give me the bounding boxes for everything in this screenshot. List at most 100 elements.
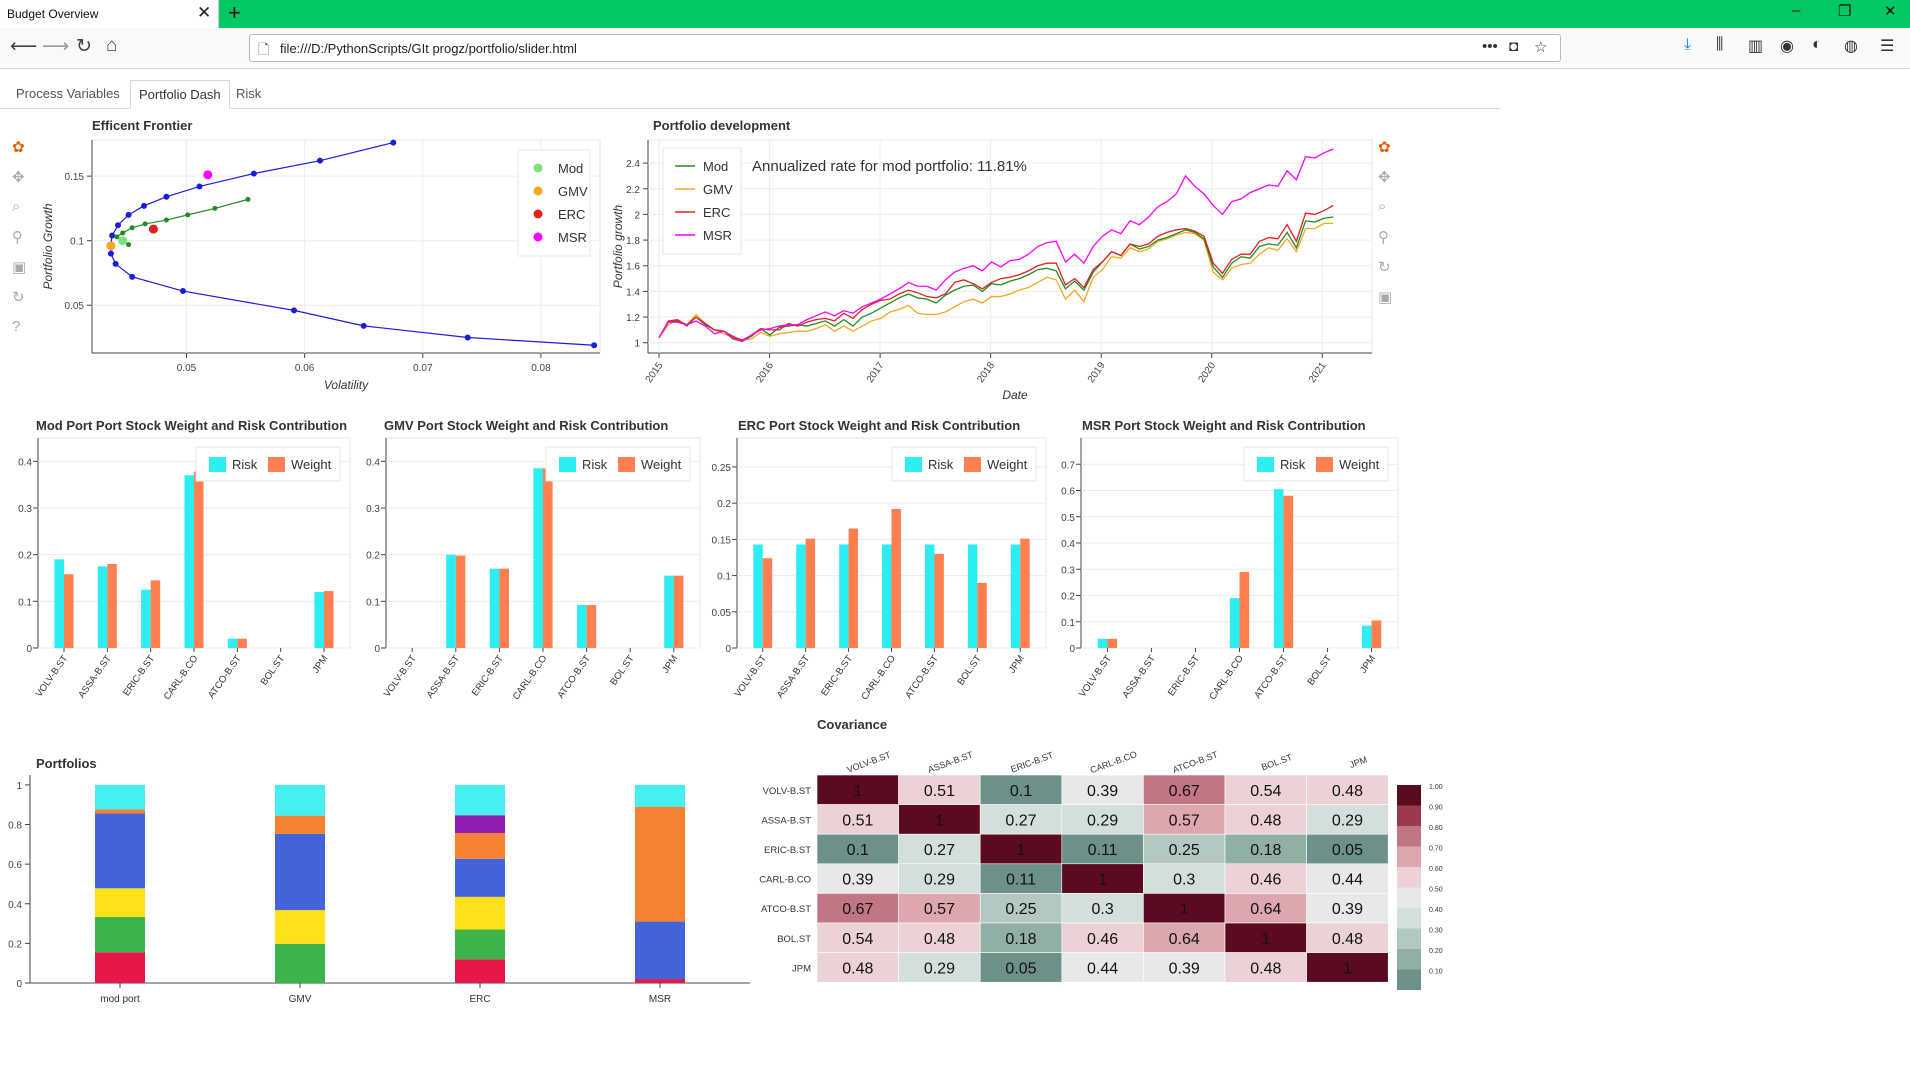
gmv-weights-weight-bar	[455, 555, 466, 648]
erc-weights-x-tick-label: JPM	[1007, 653, 1027, 675]
colorbar-segment	[1397, 785, 1421, 806]
colorbar-tick-label: 0.50	[1429, 887, 1443, 894]
erc-weights-legend-risk-label: Risk	[928, 457, 954, 472]
gmv-weights-legend-risk-swatch	[559, 457, 576, 472]
msr-weights-risk-bar	[1229, 598, 1240, 648]
colorbar-tick-label: 0.20	[1429, 948, 1443, 955]
erc-weights-x-tick-label: CARL-B.CO	[859, 653, 898, 702]
frontier-y-tick-label: 0.1	[70, 237, 84, 248]
gmv-weights-weight-bar	[673, 575, 684, 648]
mod-weights-weight-bar	[64, 574, 74, 648]
covariance-cell-value: 1	[1261, 931, 1270, 948]
portfolios-x-tick-label: MSR	[649, 994, 671, 1005]
msr-weights-y-tick-label: 0.2	[1061, 592, 1075, 603]
erc-weights-weight-bar	[848, 528, 859, 648]
colorbar-segment	[1397, 805, 1421, 826]
covariance-cell-value: 0.48	[1250, 812, 1281, 829]
mod-weights-risk-bar	[97, 566, 108, 648]
covariance-cell-value: 0.3	[1173, 872, 1195, 889]
portfolios-x-tick-label: ERC	[469, 994, 490, 1005]
mod-weights-weight-bar	[150, 580, 161, 648]
covariance-cell-value: 0.57	[1169, 812, 1200, 829]
colorbar-tick-label: 1.00	[1429, 784, 1443, 791]
erc-weights-weight-bar	[1020, 538, 1030, 648]
mod-weights-legend-risk-swatch	[209, 457, 226, 472]
mod-frontier-point	[245, 196, 251, 202]
mod-frontier-point	[120, 230, 126, 236]
mod-weights-y-tick-label: 0	[26, 644, 32, 655]
covariance-col-label: ERIC-B.ST	[1009, 750, 1055, 775]
efficient-frontier-point	[109, 232, 116, 239]
msr-weights-weight-bar	[1107, 638, 1118, 648]
gmv-weights-x-tick-label: CARL-B.CO	[511, 653, 550, 702]
frontier-point-gmv	[106, 241, 116, 251]
mod-weights-y-tick-label: 0.2	[18, 551, 32, 562]
msr-weights-x-tick-label: ERIC-B.ST	[1166, 653, 1202, 698]
portfolio-stack-segment	[455, 929, 505, 960]
colorbar-segment	[1397, 908, 1421, 929]
gmv-weights-x-tick-label: VOLV-B.ST	[382, 653, 419, 699]
mod-weights-x-tick-label: ATCO-B.ST	[206, 653, 244, 700]
covariance-cell-value: 0.1	[1010, 783, 1032, 800]
mod-frontier-line	[115, 198, 249, 246]
mod-weights-legend-risk-label: Risk	[232, 457, 258, 472]
portfolio-stack-segment	[635, 921, 685, 980]
frontier-y-label: Portfolio Growth	[41, 203, 55, 289]
gmv-weights-legend-weight-label: Weight	[641, 457, 682, 472]
msr-weights-y-tick-label: 0.6	[1061, 487, 1075, 498]
covariance-cell-value: 0.64	[1250, 901, 1281, 918]
erc-weights-x-tick-label: BOL.ST	[955, 653, 984, 687]
msr-weights-risk-bar	[1361, 625, 1372, 648]
covariance-col-label: VOLV-B.ST	[846, 749, 893, 774]
frontier-legend-label: ERC	[558, 207, 585, 222]
covariance-col-label: ATCO-B.ST	[1171, 749, 1219, 775]
gmv-weights-x-tick-label: ATCO-B.ST	[555, 653, 593, 700]
erc-weights-y-tick-label: 0.15	[712, 535, 732, 546]
colorbar-segment	[1397, 867, 1421, 888]
development-x-tick-label: 2021	[1307, 360, 1329, 385]
colorbar-segment	[1397, 928, 1421, 949]
portfolio-stack-segment	[455, 896, 505, 930]
msr-weights-y-tick-label: 0	[1069, 644, 1075, 655]
development-legend-label: Mod	[703, 159, 728, 174]
covariance-row-label: JPM	[792, 963, 811, 974]
covariance-cell-value: 0.1	[847, 842, 869, 859]
colorbar-tick-label: 0.80	[1429, 825, 1443, 832]
development-x-tick-label: 2016	[754, 360, 776, 385]
frontier-legend-marker	[533, 232, 543, 242]
msr-weights-x-tick-label: BOL.ST	[1306, 653, 1335, 687]
frontier-x-tick-label: 0.08	[531, 363, 551, 374]
development-legend-label: ERC	[703, 205, 730, 220]
development-series-mod	[658, 216, 1334, 343]
portfolio-stack-segment	[455, 858, 505, 897]
mod-weights-x-tick-label: ERIC-B.ST	[121, 653, 157, 698]
mod-weights-weight-bar	[194, 471, 204, 648]
msr-weights-y-tick-label: 0.7	[1061, 460, 1075, 471]
colorbar-tick-label: 0.40	[1429, 907, 1443, 914]
efficient-frontier-point	[360, 322, 367, 329]
gmv-weights-y-tick-label: 0.3	[366, 504, 380, 515]
covariance-cell-value: 1	[1098, 872, 1107, 889]
colorbar-tick-label: 0.30	[1429, 928, 1443, 935]
mod-frontier-point	[212, 205, 218, 211]
colorbar-tick-label: 0.60	[1429, 866, 1443, 873]
mod-frontier-point	[185, 212, 191, 218]
efficient-frontier-point	[390, 139, 397, 146]
erc-weights-y-tick-label: 0.2	[717, 499, 731, 510]
covariance-cell-value: 0.44	[1332, 872, 1363, 889]
portfolios-y-tick-label: 0	[16, 979, 22, 990]
covariance-cell-value: 0.44	[1087, 960, 1118, 977]
covariance-row-label: VOLV-B.ST	[763, 786, 812, 797]
portfolios-x-tick-label: GMV	[289, 994, 312, 1005]
msr-weights-y-tick-label: 0.4	[1061, 539, 1075, 550]
portfolio-stack-segment	[455, 784, 505, 816]
covariance-cell-value: 0.39	[1332, 901, 1363, 918]
gmv-weights-weight-bar	[586, 605, 597, 648]
portfolio-stack-segment	[275, 943, 325, 983]
covariance-cell-value: 0.67	[1169, 783, 1200, 800]
covariance-cell-value: 0.51	[842, 812, 873, 829]
covariance-cell-value: 0.54	[1250, 783, 1281, 800]
covariance-cell-value: 1	[1180, 901, 1189, 918]
mod-weights-legend-weight-label: Weight	[291, 457, 332, 472]
covariance-col-label: CARL-B.CO	[1089, 749, 1138, 775]
